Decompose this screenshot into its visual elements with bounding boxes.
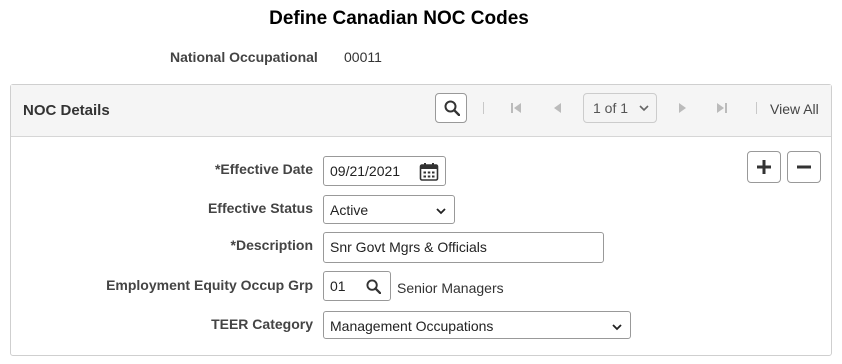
noc-details-panel: NOC Details 1 of 1 View All *Effective D… xyxy=(10,84,832,356)
search-button[interactable] xyxy=(435,93,467,123)
remove-row-button[interactable] xyxy=(787,151,821,183)
panel-title: NOC Details xyxy=(23,102,110,119)
effective-date-value: 09/21/2021 xyxy=(330,163,401,179)
teer-category-value: Management Occupations xyxy=(330,318,494,334)
chevron-down-icon xyxy=(612,324,622,331)
ee-group-field[interactable]: 01 xyxy=(323,271,391,301)
effective-date-label: *Effective Date xyxy=(214,161,313,177)
effective-status-label: Effective Status xyxy=(207,200,313,216)
page-title: Define Canadian NOC Codes xyxy=(269,8,529,29)
teer-category-label: TEER Category xyxy=(211,316,313,332)
add-row-button[interactable] xyxy=(747,151,781,183)
national-occupational-label: National Occupational xyxy=(170,49,318,65)
add-icon xyxy=(757,160,771,174)
ee-group-label: Employment Equity Occup Grp xyxy=(106,277,313,293)
first-page-icon[interactable] xyxy=(509,101,523,115)
national-occupational-value: 00011 xyxy=(344,49,382,65)
search-icon xyxy=(444,100,460,116)
national-occupational-row: National Occupational 00011 xyxy=(170,49,382,65)
previous-page-icon[interactable] xyxy=(551,101,565,115)
next-page-icon[interactable] xyxy=(675,101,689,115)
calendar-icon[interactable] xyxy=(419,162,439,182)
separator xyxy=(483,102,484,114)
last-page-icon[interactable] xyxy=(715,101,729,115)
description-field[interactable]: Snr Govt Mgrs & Officials xyxy=(323,232,604,263)
page-selector[interactable]: 1 of 1 xyxy=(583,93,657,123)
ee-group-value: 01 xyxy=(330,278,346,294)
description-value: Snr Govt Mgrs & Officials xyxy=(330,239,487,255)
view-all-link[interactable]: View All xyxy=(770,101,819,117)
separator xyxy=(756,102,757,114)
lookup-icon[interactable] xyxy=(366,279,381,294)
description-label: *Description xyxy=(230,237,313,253)
panel-header: NOC Details 1 of 1 View All xyxy=(11,85,831,137)
teer-category-select[interactable]: Management Occupations xyxy=(323,311,631,339)
chevron-down-icon xyxy=(436,208,446,215)
effective-status-select[interactable]: Active xyxy=(323,195,455,224)
effective-date-field[interactable]: 09/21/2021 xyxy=(323,156,446,186)
ee-group-description: Senior Managers xyxy=(397,280,504,296)
chevron-down-icon xyxy=(639,105,649,112)
page-selector-text: 1 of 1 xyxy=(593,100,629,116)
remove-icon xyxy=(797,165,811,169)
effective-status-value: Active xyxy=(330,202,369,218)
